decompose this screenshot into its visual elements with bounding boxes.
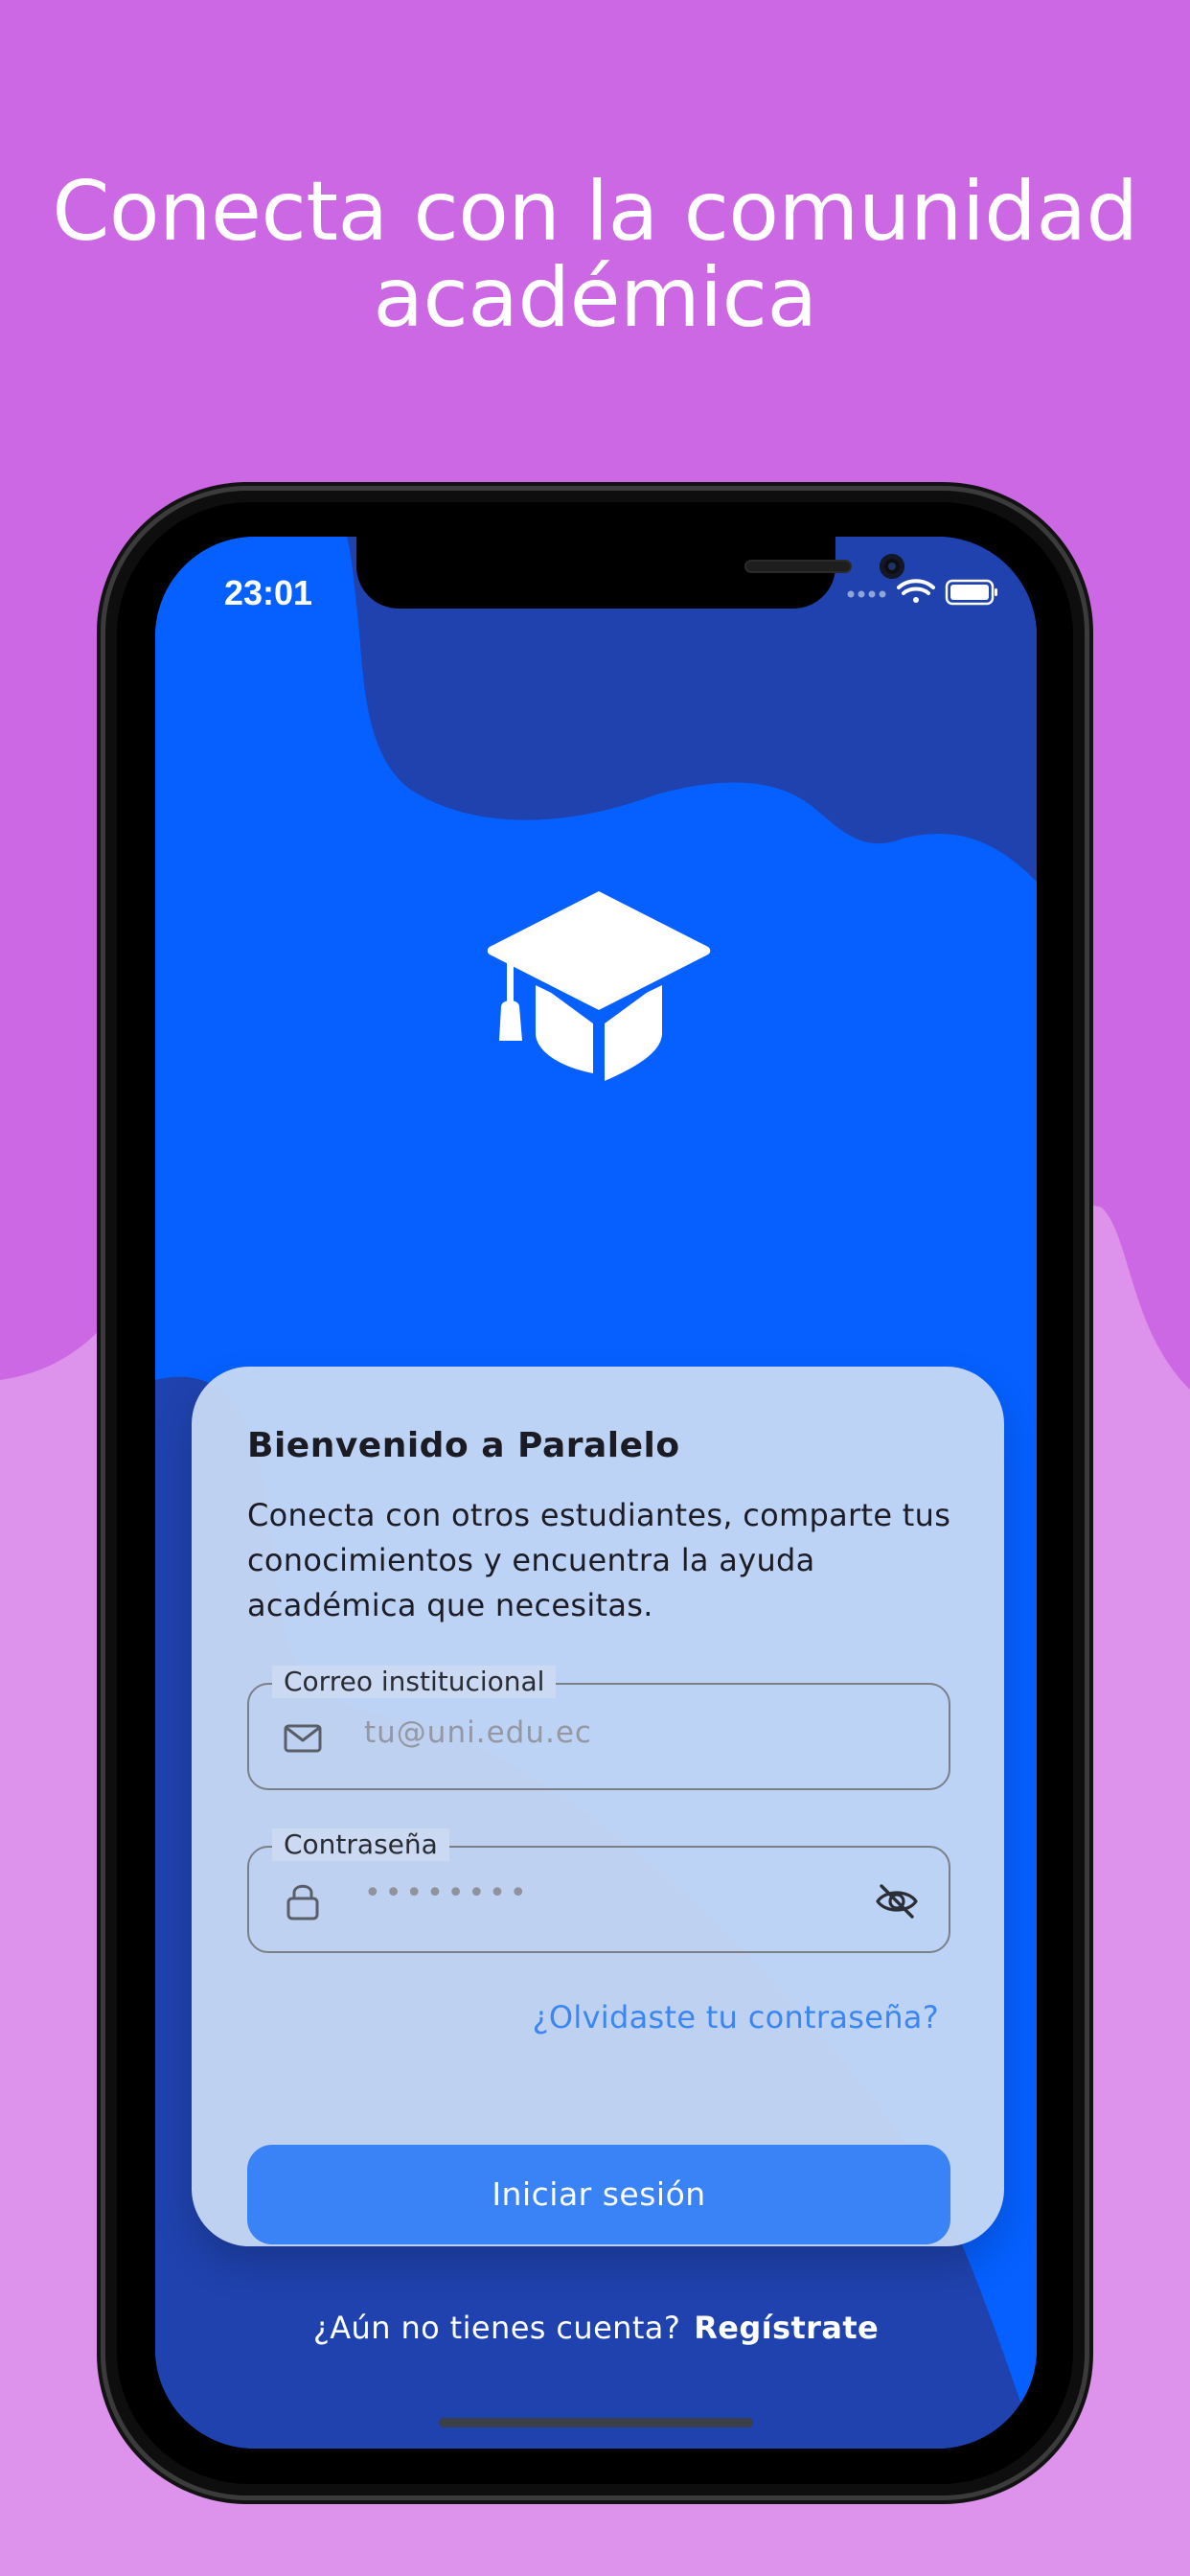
- home-indicator: [439, 2418, 753, 2427]
- status-time: 23:01: [224, 573, 313, 612]
- cellular-dots-icon: [847, 590, 886, 598]
- eye-off-icon[interactable]: [874, 1878, 920, 1924]
- signup-row: ¿Aún no tienes cuenta? Regístrate: [155, 2310, 1037, 2346]
- login-button[interactable]: Iniciar sesión: [247, 2145, 950, 2244]
- email-field[interactable]: Correo institucional tu@uni.edu.ec: [247, 1666, 950, 1790]
- speaker-grille: [744, 560, 852, 573]
- login-card: Bienvenido a Paralelo Conecta con otros …: [192, 1367, 1004, 2246]
- signup-prompt: ¿Aún no tienes cuenta?: [312, 2310, 681, 2346]
- status-icons: [847, 579, 997, 606]
- mail-icon: [284, 1724, 322, 1753]
- phone-screen: 23:01 Bienvenido a Paralelo Conecta con …: [155, 537, 1037, 2449]
- lock-icon: [286, 1884, 319, 1920]
- signup-link[interactable]: Regístrate: [694, 2310, 879, 2346]
- email-field-label: Correo institucional: [272, 1666, 557, 1698]
- headline-line-2: académica: [373, 250, 817, 346]
- password-field-label: Contraseña: [272, 1828, 449, 1861]
- email-placeholder: tu@uni.edu.ec: [364, 1715, 592, 1750]
- battery-icon: [945, 579, 997, 606]
- welcome-description: Conecta con otros estudiantes, comparte …: [247, 1497, 951, 1623]
- promo-headline: Conecta con la comunidad académica: [0, 169, 1190, 341]
- graduation-cap-icon: [487, 891, 711, 1081]
- password-value: ••••••••: [364, 1876, 531, 1910]
- phone-notch: [356, 537, 904, 609]
- password-field[interactable]: Contraseña ••••••••: [247, 1828, 950, 1953]
- wifi-icon: [897, 579, 935, 603]
- front-camera-icon: [880, 554, 904, 579]
- login-button-label: Iniciar sesión: [492, 2175, 706, 2213]
- headline-line-1: Conecta con la comunidad: [52, 164, 1138, 260]
- forgot-password-link[interactable]: ¿Olvidaste tu contraseña?: [533, 1999, 939, 2036]
- welcome-title: Bienvenido a Paralelo: [247, 1426, 680, 1465]
